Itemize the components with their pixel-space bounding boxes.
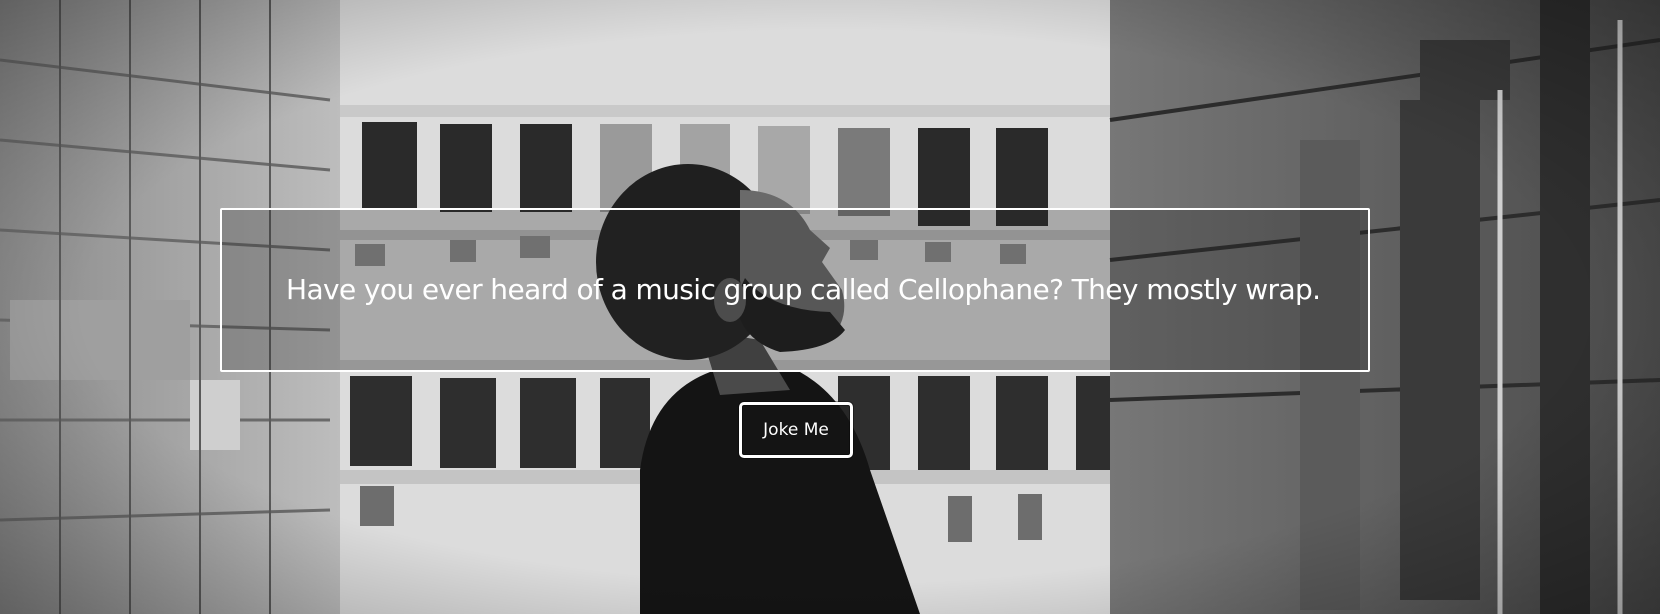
app-root: Have you ever heard of a music group cal… (0, 0, 1660, 614)
joke-me-button[interactable]: Joke Me (739, 402, 853, 458)
joke-text: Have you ever heard of a music group cal… (286, 273, 1321, 306)
joke-panel: Have you ever heard of a music group cal… (220, 208, 1370, 372)
